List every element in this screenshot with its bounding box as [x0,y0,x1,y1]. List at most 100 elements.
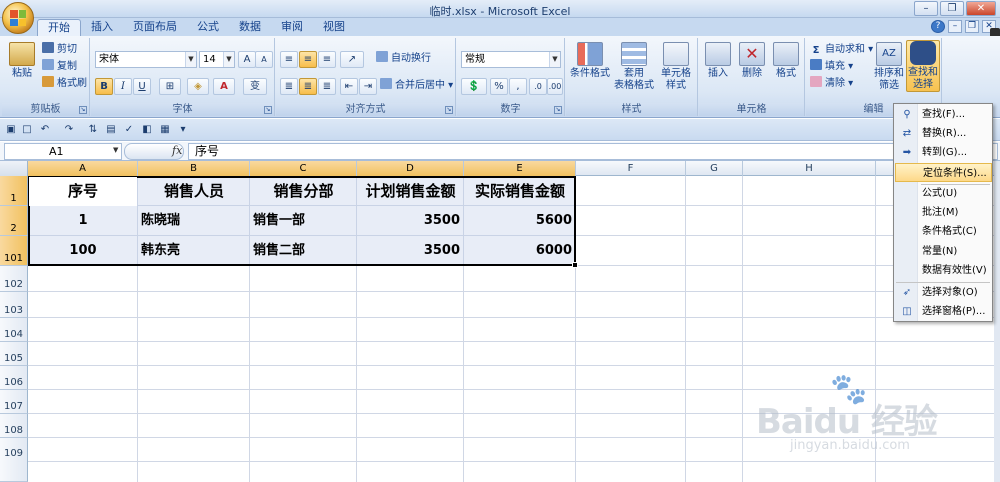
menu-item-formulas[interactable]: 公式(U) [895,184,992,203]
name-box[interactable]: A1 [4,143,122,160]
workbook-restore-icon[interactable]: ❐ [965,20,979,33]
print-preview-icon[interactable]: ▤ [104,123,118,136]
tab-home[interactable]: 开始 [37,19,81,36]
align-right-button[interactable]: ≣ [318,78,336,95]
number-format-select[interactable]: 常规 ▼ [461,51,561,68]
undo-icon[interactable]: ↶ [38,123,52,136]
row-header-105[interactable]: 105 [0,342,28,366]
insert-cells-button[interactable]: 插入 [701,42,735,80]
menu-item-constants[interactable]: 常量(N) [895,242,992,261]
align-center-button[interactable]: ≣ [299,78,317,95]
column-header-h[interactable]: H [743,161,876,176]
tab-review[interactable]: 审阅 [271,19,313,36]
wrap-text-button[interactable]: 自动换行 [376,51,431,67]
column-header-a[interactable]: A [28,161,138,176]
conditional-formatting-button[interactable]: 条件格式 [568,42,612,80]
italic-button[interactable]: I [114,78,132,95]
align-bottom-button[interactable]: ≡ [318,51,336,68]
decrease-decimal-button[interactable]: .00 [547,78,563,95]
column-header-c[interactable]: C [250,161,357,176]
customize-toolbar-icon[interactable]: ▾ [176,123,190,136]
grow-font-button[interactable]: A [238,51,256,68]
new-file-icon[interactable]: □ [20,123,34,136]
fill-handle[interactable] [572,262,578,268]
chevron-down-icon[interactable]: ▼ [113,146,118,154]
align-left-button[interactable]: ≣ [280,78,298,95]
menu-item-goto-special[interactable]: 定位条件(S)... [895,163,992,182]
table-cell[interactable]: 6000 [464,237,576,265]
clear-button[interactable]: 清除 ▾ [810,76,853,92]
help-icon[interactable]: ? [931,20,945,33]
row-header-103[interactable]: 103 [0,292,28,318]
redo-icon[interactable]: ↷ [62,123,76,136]
workbook-minimize-icon[interactable]: – [948,20,962,33]
close-icon[interactable]: ✕ [966,1,996,16]
paste-button[interactable]: 粘贴 [4,42,40,80]
menu-item-comments[interactable]: 批注(M) [895,203,992,222]
orientation-button[interactable]: ↗ [340,51,364,68]
preview-icon[interactable]: ◧ [140,123,154,136]
table-cell[interactable]: 销售一部 [250,207,357,235]
office-button[interactable] [2,2,34,34]
column-header-g[interactable]: G [686,161,743,176]
table-cell[interactable]: 1 [28,207,138,235]
alignment-launcher-icon[interactable]: ↘ [445,106,453,114]
table-cell[interactable]: 陈晓瑞 [138,207,250,235]
fill-button[interactable]: 填充 ▾ [810,59,853,75]
phonetic-button[interactable]: 变 [243,78,267,95]
table-cell[interactable]: 销售二部 [250,237,357,265]
tab-page-layout[interactable]: 页面布局 [123,19,187,36]
insert-function-icon[interactable]: fx [172,144,182,157]
row-header-104[interactable]: 104 [0,318,28,342]
table-header-cell[interactable]: 实际销售金额 [464,176,576,206]
format-painter-button[interactable]: 格式刷 [42,76,87,92]
format-as-table-button[interactable]: 套用 表格格式 [612,42,656,92]
menu-item-conditional-formatting[interactable]: 条件格式(C) [895,222,992,241]
row-header-107[interactable]: 107 [0,390,28,414]
tab-view[interactable]: 视图 [313,19,355,36]
column-header-d[interactable]: D [357,161,464,176]
table-header-cell[interactable]: 序号 [28,176,138,206]
menu-item-selection-pane[interactable]: ◫ 选择窗格(P)... [895,302,992,321]
menu-item-select-objects[interactable]: ➶ 选择对象(O) [895,283,992,302]
menu-item-replace[interactable]: ⇄ 替换(R)... [895,124,992,143]
table-cell[interactable]: 3500 [357,207,464,235]
merge-center-button[interactable]: 合并后居中 ▾ [380,78,453,94]
menu-item-find[interactable]: ⚲ 查找(F)... [895,105,992,124]
table-cell[interactable]: 韩东亮 [138,237,250,265]
number-launcher-icon[interactable]: ↘ [554,106,562,114]
table-header-cell[interactable]: 销售人员 [138,176,250,206]
column-header-e[interactable]: E [464,161,576,176]
borders-button[interactable]: ⊞ [159,78,181,95]
save-icon[interactable]: ▣ [4,123,18,136]
table-header-cell[interactable]: 销售分部 [250,176,357,206]
spelling-icon[interactable]: ✓ [122,123,136,136]
percent-button[interactable]: % [490,78,508,95]
shrink-font-button[interactable]: A [255,51,273,68]
menu-item-data-validation[interactable]: 数据有效性(V) [895,261,992,280]
find-select-button[interactable]: 查找和 选择 [906,40,940,92]
bold-button[interactable]: B [95,78,113,95]
select-all-corner[interactable] [0,161,28,176]
cell-styles-button[interactable]: 单元格 样式 [656,42,696,92]
tab-formulas[interactable]: 公式 [187,19,229,36]
font-name-select[interactable]: 宋体 ▼ [95,51,197,68]
increase-indent-button[interactable]: ⇥ [359,78,377,95]
column-header-f[interactable]: F [576,161,686,176]
row-header-108[interactable]: 108 [0,414,28,438]
table-cell[interactable]: 5600 [464,207,576,235]
delete-cells-button[interactable]: ✕ 删除 [735,42,769,80]
restore-icon[interactable]: ❐ [940,1,964,16]
decrease-indent-button[interactable]: ⇤ [340,78,358,95]
increase-decimal-button[interactable]: .0 [529,78,547,95]
row-header-1[interactable]: 1 [0,176,28,206]
fill-color-button[interactable]: ◈ [187,78,209,95]
row-header-101[interactable]: 101 [0,236,28,266]
align-middle-button[interactable]: ≡ [299,51,317,68]
sort-filter-button[interactable]: AZ 排序和 筛选 [872,42,906,92]
font-launcher-icon[interactable]: ↘ [264,106,272,114]
table-header-cell[interactable]: 计划销售金额 [357,176,464,206]
row-header-109[interactable]: 109 [0,438,28,482]
vertical-scrollbar[interactable] [994,161,1000,482]
row-header-102[interactable]: 102 [0,266,28,292]
